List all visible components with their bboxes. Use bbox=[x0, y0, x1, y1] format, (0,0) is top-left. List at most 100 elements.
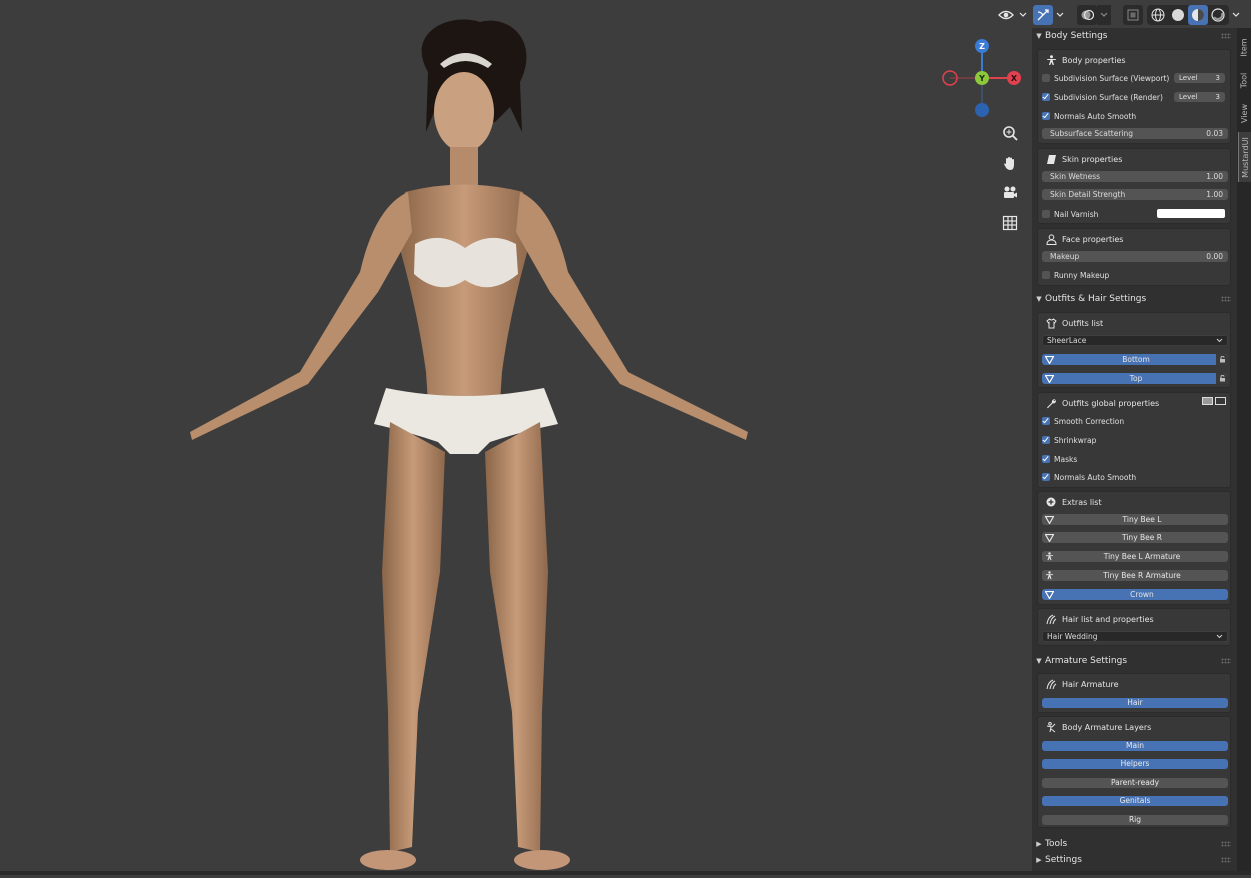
hair-list-box: Hair list and properties Hair Wedding bbox=[1037, 608, 1231, 646]
face-icon bbox=[1045, 233, 1057, 245]
nail-varnish-checkbox[interactable] bbox=[1042, 210, 1050, 218]
display-icon[interactable] bbox=[1215, 397, 1226, 406]
lock-icon[interactable] bbox=[1216, 354, 1228, 365]
shrinkwrap-label: Shrinkwrap bbox=[1054, 435, 1097, 445]
layer-main-button[interactable]: Main bbox=[1042, 741, 1228, 751]
visibility-eye-icon[interactable] bbox=[996, 5, 1016, 25]
skin-icon bbox=[1045, 153, 1057, 165]
drag-grip-icon[interactable] bbox=[1221, 857, 1231, 863]
rendered-shading-icon[interactable] bbox=[1208, 5, 1228, 25]
armature-header[interactable]: ▼ Armature Settings bbox=[1032, 653, 1237, 669]
runny-makeup-row[interactable]: Runny Makeup bbox=[1042, 269, 1228, 281]
subsurface-slider[interactable]: Subsurface Scattering 0.03 bbox=[1042, 128, 1228, 139]
settings-header[interactable]: ▶ Settings bbox=[1032, 852, 1237, 868]
subdiv-viewport-level[interactable]: Level 3 bbox=[1174, 73, 1225, 83]
z-axis-handle[interactable]: Z bbox=[975, 39, 989, 53]
material-shading-icon[interactable] bbox=[1188, 5, 1208, 25]
subdiv-render-row[interactable]: Subdivision Surface (Render) Level 3 bbox=[1042, 91, 1228, 103]
masks-row[interactable]: Masks bbox=[1042, 453, 1228, 465]
chevron-down-icon[interactable] bbox=[1229, 5, 1243, 25]
smooth-correction-row[interactable]: Smooth Correction bbox=[1042, 415, 1228, 427]
gizmo-dropdown[interactable] bbox=[1033, 4, 1067, 26]
xray-icon[interactable] bbox=[1123, 5, 1143, 25]
runny-makeup-checkbox[interactable] bbox=[1042, 271, 1050, 279]
hair-armature-button[interactable]: Hair bbox=[1042, 698, 1228, 708]
outfit-normals-checkbox[interactable] bbox=[1042, 473, 1050, 481]
makeup-slider[interactable]: Makeup 0.00 bbox=[1042, 251, 1228, 262]
masks-checkbox[interactable] bbox=[1042, 455, 1050, 463]
layer-rig-button[interactable]: Rig bbox=[1042, 815, 1228, 825]
solid-shading-icon[interactable] bbox=[1168, 5, 1188, 25]
tab-tool[interactable]: Tool bbox=[1238, 66, 1250, 94]
drag-grip-icon[interactable] bbox=[1221, 658, 1231, 664]
x-axis-handle[interactable]: X bbox=[1007, 71, 1021, 85]
drag-grip-icon[interactable] bbox=[1221, 33, 1231, 39]
extra-item-tiny-bee-l-armature[interactable]: Tiny Bee L Armature bbox=[1042, 551, 1228, 562]
shading-group[interactable] bbox=[1147, 4, 1243, 26]
outfits-global-title: Outfits global properties bbox=[1062, 398, 1160, 408]
extra-item-tiny-bee-l[interactable]: Tiny Bee L bbox=[1042, 514, 1228, 525]
outfit-item-top[interactable]: Top bbox=[1042, 373, 1228, 384]
character-model bbox=[150, 12, 790, 874]
skin-wetness-slider[interactable]: Skin Wetness 1.00 bbox=[1042, 171, 1228, 182]
hair-list-title: Hair list and properties bbox=[1062, 614, 1154, 624]
visibility-dropdown[interactable] bbox=[996, 4, 1030, 26]
tab-mustardui[interactable]: MustardUI bbox=[1238, 132, 1251, 182]
drag-grip-icon[interactable] bbox=[1221, 296, 1231, 302]
tab-item[interactable]: Item bbox=[1238, 32, 1250, 62]
chevron-down-icon bbox=[1216, 338, 1223, 343]
extra-item-tiny-bee-r-armature[interactable]: Tiny Bee R Armature bbox=[1042, 570, 1228, 581]
skin-detail-slider[interactable]: Skin Detail Strength 1.00 bbox=[1042, 189, 1228, 200]
face-properties-title: Face properties bbox=[1062, 234, 1124, 244]
monitor-icon[interactable] bbox=[1202, 397, 1213, 406]
nail-varnish-color[interactable] bbox=[1157, 209, 1225, 218]
subdiv-viewport-row[interactable]: Subdivision Surface (Viewport) Level 3 bbox=[1042, 72, 1228, 84]
axis-gizmo[interactable]: Z Y X bbox=[938, 36, 1026, 122]
subdiv-render-checkbox[interactable] bbox=[1042, 93, 1050, 101]
camera-icon[interactable] bbox=[997, 180, 1023, 206]
overlay-dropdown[interactable] bbox=[1077, 4, 1111, 26]
wireframe-shading-icon[interactable] bbox=[1148, 5, 1168, 25]
3d-viewport[interactable]: Z Y X bbox=[0, 0, 1032, 875]
subdiv-render-level[interactable]: Level 3 bbox=[1174, 92, 1225, 102]
viewport-render-toggle[interactable] bbox=[1202, 397, 1226, 406]
layer-helpers-button[interactable]: Helpers bbox=[1042, 759, 1228, 769]
overlay-icon[interactable] bbox=[1077, 5, 1097, 25]
outfit-select[interactable]: SheerLace bbox=[1042, 335, 1228, 346]
runny-makeup-label: Runny Makeup bbox=[1054, 270, 1110, 280]
normals-auto-smooth-checkbox[interactable] bbox=[1042, 112, 1050, 120]
outfit-item-bottom[interactable]: Bottom bbox=[1042, 354, 1228, 365]
gizmo-toggle-icon[interactable] bbox=[1033, 5, 1053, 25]
normals-auto-smooth-label: Normals Auto Smooth bbox=[1054, 111, 1137, 121]
body-settings-header[interactable]: ▼ Body Settings bbox=[1032, 28, 1237, 44]
tab-view[interactable]: View bbox=[1238, 98, 1250, 128]
chevron-down-icon bbox=[1216, 634, 1223, 639]
nail-varnish-row[interactable]: Nail Varnish bbox=[1042, 208, 1228, 220]
drag-grip-icon[interactable] bbox=[1221, 841, 1231, 847]
layer-parent-ready-button[interactable]: Parent-ready bbox=[1042, 778, 1228, 788]
extra-item-tiny-bee-r[interactable]: Tiny Bee R bbox=[1042, 532, 1228, 543]
y-axis-handle[interactable]: Y bbox=[975, 71, 989, 85]
hand-pan-icon[interactable] bbox=[997, 150, 1023, 176]
smooth-correction-checkbox[interactable] bbox=[1042, 417, 1050, 425]
hair-armature-title: Hair Armature bbox=[1062, 679, 1119, 689]
extra-item-crown[interactable]: Crown bbox=[1042, 589, 1228, 600]
armature-pose-icon bbox=[1045, 721, 1057, 733]
normals-auto-smooth-row[interactable]: Normals Auto Smooth bbox=[1042, 110, 1228, 122]
grid-icon[interactable] bbox=[997, 210, 1023, 236]
chevron-down-icon[interactable] bbox=[1016, 5, 1030, 25]
outfits-header[interactable]: ▼ Outfits & Hair Settings bbox=[1032, 291, 1237, 307]
chevron-down-icon[interactable] bbox=[1053, 5, 1067, 25]
zoom-icon[interactable] bbox=[997, 120, 1023, 146]
hair-select[interactable]: Hair Wedding bbox=[1042, 631, 1228, 642]
shrinkwrap-row[interactable]: Shrinkwrap bbox=[1042, 434, 1228, 446]
outfit-normals-row[interactable]: Normals Auto Smooth bbox=[1042, 471, 1228, 483]
lock-icon[interactable] bbox=[1216, 373, 1228, 384]
subdiv-viewport-checkbox[interactable] bbox=[1042, 74, 1050, 82]
subdiv-render-label: Subdivision Surface (Render) bbox=[1054, 92, 1163, 102]
mesh-icon bbox=[1042, 515, 1056, 524]
chevron-down-icon[interactable] bbox=[1097, 5, 1111, 25]
layer-genitals-button[interactable]: Genitals bbox=[1042, 796, 1228, 806]
shrinkwrap-checkbox[interactable] bbox=[1042, 436, 1050, 444]
tools-header[interactable]: ▶ Tools bbox=[1032, 836, 1237, 852]
